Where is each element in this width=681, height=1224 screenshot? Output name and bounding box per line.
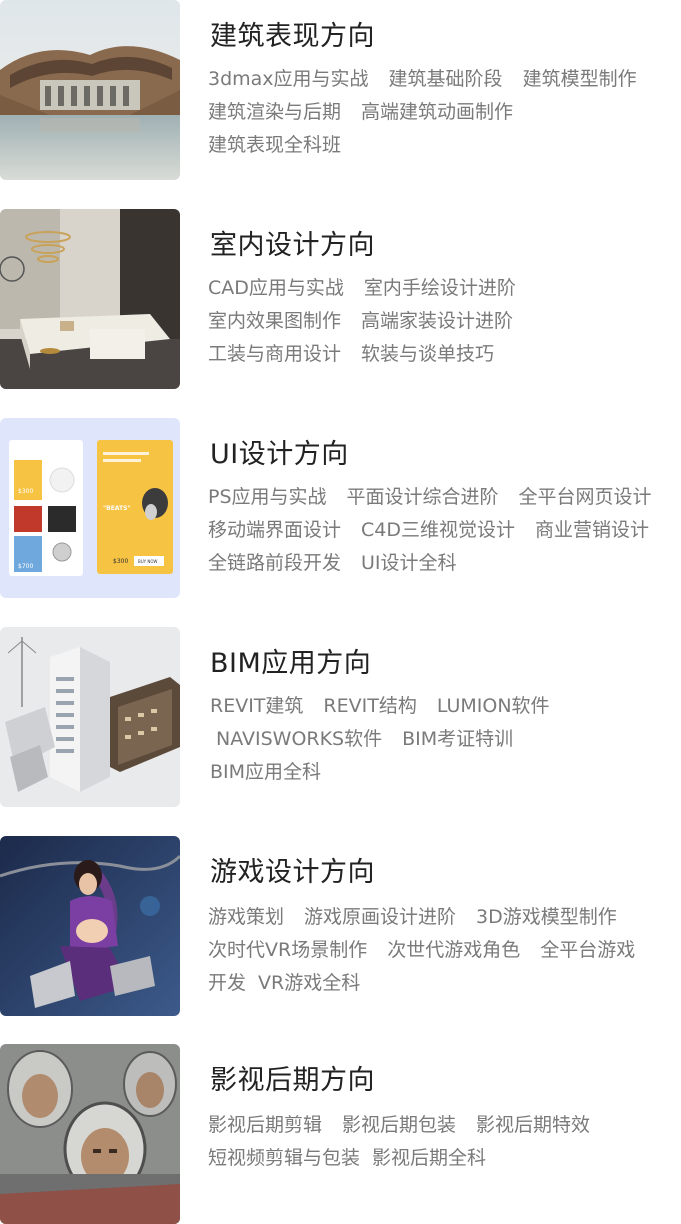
- category-title: 室内设计方向: [210, 230, 375, 261]
- course-link[interactable]: REVIT结构: [323, 691, 416, 718]
- game-character-image: [0, 836, 180, 1016]
- course-link[interactable]: 影视后期包装: [342, 1110, 456, 1137]
- course-link[interactable]: 建筑渲染与后期: [208, 97, 341, 124]
- course-link[interactable]: 次时代VR场景制作: [208, 935, 367, 962]
- course-link[interactable]: REVIT建筑: [210, 691, 303, 718]
- course-link[interactable]: 影视后期剪辑: [208, 1110, 322, 1137]
- tag-row: CAD应用与实战 室内手绘设计进阶: [208, 273, 516, 300]
- ui-thumbnail[interactable]: $300 $700 "BEATS" $300 BUY NOW: [0, 418, 180, 598]
- course-link[interactable]: 室内效果图制作: [208, 306, 341, 333]
- course-link[interactable]: 平面设计综合进阶: [347, 482, 499, 509]
- tag-row: 室内效果图制作 高端家装设计进阶: [208, 306, 513, 333]
- course-link[interactable]: 全链路前段开发: [208, 548, 341, 575]
- course-link[interactable]: 全平台游戏: [540, 935, 635, 962]
- course-link[interactable]: BIM应用全科: [210, 757, 321, 784]
- tag-row: PS应用与实战 平面设计综合进阶 全平台网页设计: [208, 482, 652, 509]
- course-link[interactable]: 影视后期特效: [476, 1110, 590, 1137]
- course-card-bim[interactable]: BIM应用方向 REVIT建筑 REVIT结构 LUMION软件 NAVISWORK…: [0, 627, 681, 807]
- ui-mockup-image: $300 $700 "BEATS" $300 BUY NOW: [0, 418, 180, 598]
- ui-price-1: $300: [18, 488, 33, 495]
- course-link[interactable]: 移动端界面设计: [208, 515, 341, 542]
- category-title: BIM应用方向: [210, 648, 372, 679]
- bim-thumbnail[interactable]: [0, 627, 180, 807]
- architecture-thumbnail[interactable]: [0, 0, 180, 180]
- tag-row: 短视频剪辑与包装 影视后期全科: [208, 1143, 486, 1170]
- ui-price-2: $700: [18, 563, 33, 570]
- course-link[interactable]: 建筑基础阶段: [389, 64, 503, 91]
- bim-image: [0, 627, 180, 807]
- course-link[interactable]: 3dmax应用与实战: [208, 64, 369, 91]
- course-link[interactable]: 影视后期全科: [372, 1143, 486, 1170]
- course-link[interactable]: 3D游戏模型制作: [476, 902, 617, 929]
- course-card-game[interactable]: 游戏设计方向 游戏策划 游戏原画设计进阶 3D游戏模型制作 次时代VR场景制作 次世代…: [0, 836, 681, 1016]
- interior-image: [0, 209, 180, 389]
- film-poster-image: [0, 1044, 180, 1224]
- course-link[interactable]: BIM考证特训: [402, 724, 513, 751]
- architecture-image: [0, 0, 180, 180]
- course-link[interactable]: 游戏原画设计进阶: [304, 902, 456, 929]
- course-link[interactable]: 建筑表现全科班: [208, 130, 341, 157]
- tag-row: REVIT建筑 REVIT结构 LUMION软件: [210, 691, 550, 718]
- tag-row: 建筑表现全科班: [208, 130, 341, 157]
- tag-row: 全链路前段开发 UI设计全科: [208, 548, 457, 575]
- course-link[interactable]: 高端建筑动画制作: [361, 97, 513, 124]
- tag-row: 3dmax应用与实战 建筑基础阶段 建筑模型制作: [208, 64, 637, 91]
- course-link[interactable]: LUMION软件: [437, 691, 550, 718]
- course-link[interactable]: 短视频剪辑与包装: [208, 1143, 360, 1170]
- course-link[interactable]: VR游戏全科: [258, 968, 360, 995]
- category-title: 影视后期方向: [210, 1065, 375, 1096]
- interior-thumbnail[interactable]: [0, 209, 180, 389]
- course-link[interactable]: PS应用与实战: [208, 482, 327, 509]
- course-link[interactable]: 高端家装设计进阶: [361, 306, 513, 333]
- course-link[interactable]: 游戏策划: [208, 902, 284, 929]
- course-link[interactable]: UI设计全科: [361, 548, 457, 575]
- tag-row: 建筑渲染与后期 高端建筑动画制作: [208, 97, 513, 124]
- ui-price-3: $300: [113, 558, 128, 565]
- course-card-film[interactable]: 影视后期方向 影视后期剪辑 影视后期包装 影视后期特效 短视频剪辑与包装 影视后期全科: [0, 1044, 681, 1224]
- course-link[interactable]: 全平台网页设计: [519, 482, 652, 509]
- course-link[interactable]: 工装与商用设计: [208, 339, 341, 366]
- course-link[interactable]: C4D三维视觉设计: [361, 515, 515, 542]
- ui-buy-now: BUY NOW: [138, 559, 158, 564]
- course-link[interactable]: 软装与谈单技巧: [361, 339, 494, 366]
- ui-beats-text: "BEATS": [103, 505, 131, 512]
- game-thumbnail[interactable]: [0, 836, 180, 1016]
- course-link[interactable]: 次世代游戏角色: [387, 935, 520, 962]
- tag-row: 次时代VR场景制作 次世代游戏角色 全平台游戏: [208, 935, 635, 962]
- tag-row: 开发 VR游戏全科: [208, 968, 360, 995]
- tag-row: 游戏策划 游戏原画设计进阶 3D游戏模型制作: [208, 902, 617, 929]
- course-card-ui[interactable]: $300 $700 "BEATS" $300 BUY NOW UI设计方向 PS…: [0, 418, 681, 598]
- category-title: 游戏设计方向: [210, 857, 375, 888]
- course-card-interior[interactable]: 室内设计方向 CAD应用与实战 室内手绘设计进阶 室内效果图制作 高端家装设计进阶 …: [0, 209, 681, 389]
- tag-row: BIM应用全科: [210, 757, 321, 784]
- course-link[interactable]: 建筑模型制作: [523, 64, 637, 91]
- course-link[interactable]: 开发: [208, 968, 246, 995]
- course-link[interactable]: NAVISWORKS软件: [216, 724, 382, 751]
- tag-row: 工装与商用设计 软装与谈单技巧: [208, 339, 494, 366]
- course-link[interactable]: 室内手绘设计进阶: [364, 273, 516, 300]
- category-title: 建筑表现方向: [210, 21, 375, 52]
- tag-row: 影视后期剪辑 影视后期包装 影视后期特效: [208, 1110, 590, 1137]
- tag-row: NAVISWORKS软件 BIM考证特训: [216, 724, 513, 751]
- course-link[interactable]: 商业营销设计: [535, 515, 649, 542]
- tag-row: 移动端界面设计 C4D三维视觉设计 商业营销设计: [208, 515, 649, 542]
- course-link[interactable]: CAD应用与实战: [208, 273, 344, 300]
- course-card-architecture[interactable]: 建筑表现方向 3dmax应用与实战 建筑基础阶段 建筑模型制作 建筑渲染与后期 高端建…: [0, 0, 681, 180]
- category-title: UI设计方向: [210, 439, 349, 470]
- film-thumbnail[interactable]: [0, 1044, 180, 1224]
